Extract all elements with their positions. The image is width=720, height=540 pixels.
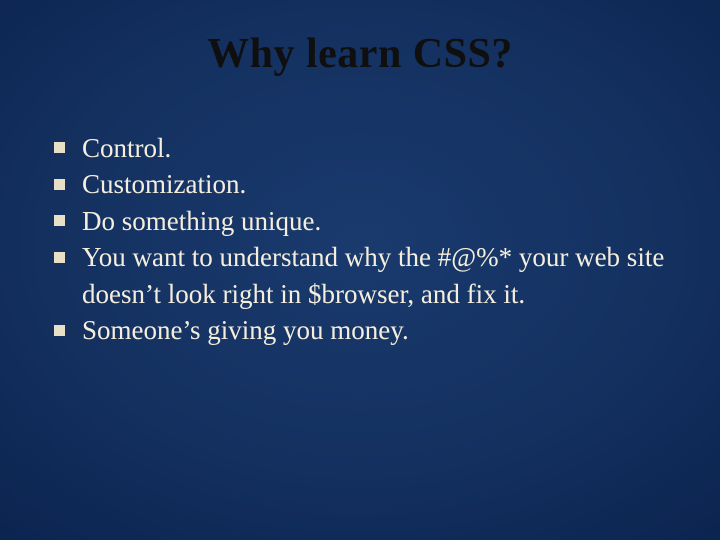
list-item: Someone’s giving you money. xyxy=(48,312,672,348)
list-item: Control. xyxy=(48,130,672,166)
list-item: Customization. xyxy=(48,166,672,202)
bullet-list: Control. Customization. Do something uni… xyxy=(46,130,674,349)
slide: Why learn CSS? Control. Customization. D… xyxy=(0,0,720,540)
slide-title: Why learn CSS? xyxy=(46,30,674,78)
list-item: You want to understand why the #@%* your… xyxy=(48,239,672,312)
list-item: Do something unique. xyxy=(48,203,672,239)
